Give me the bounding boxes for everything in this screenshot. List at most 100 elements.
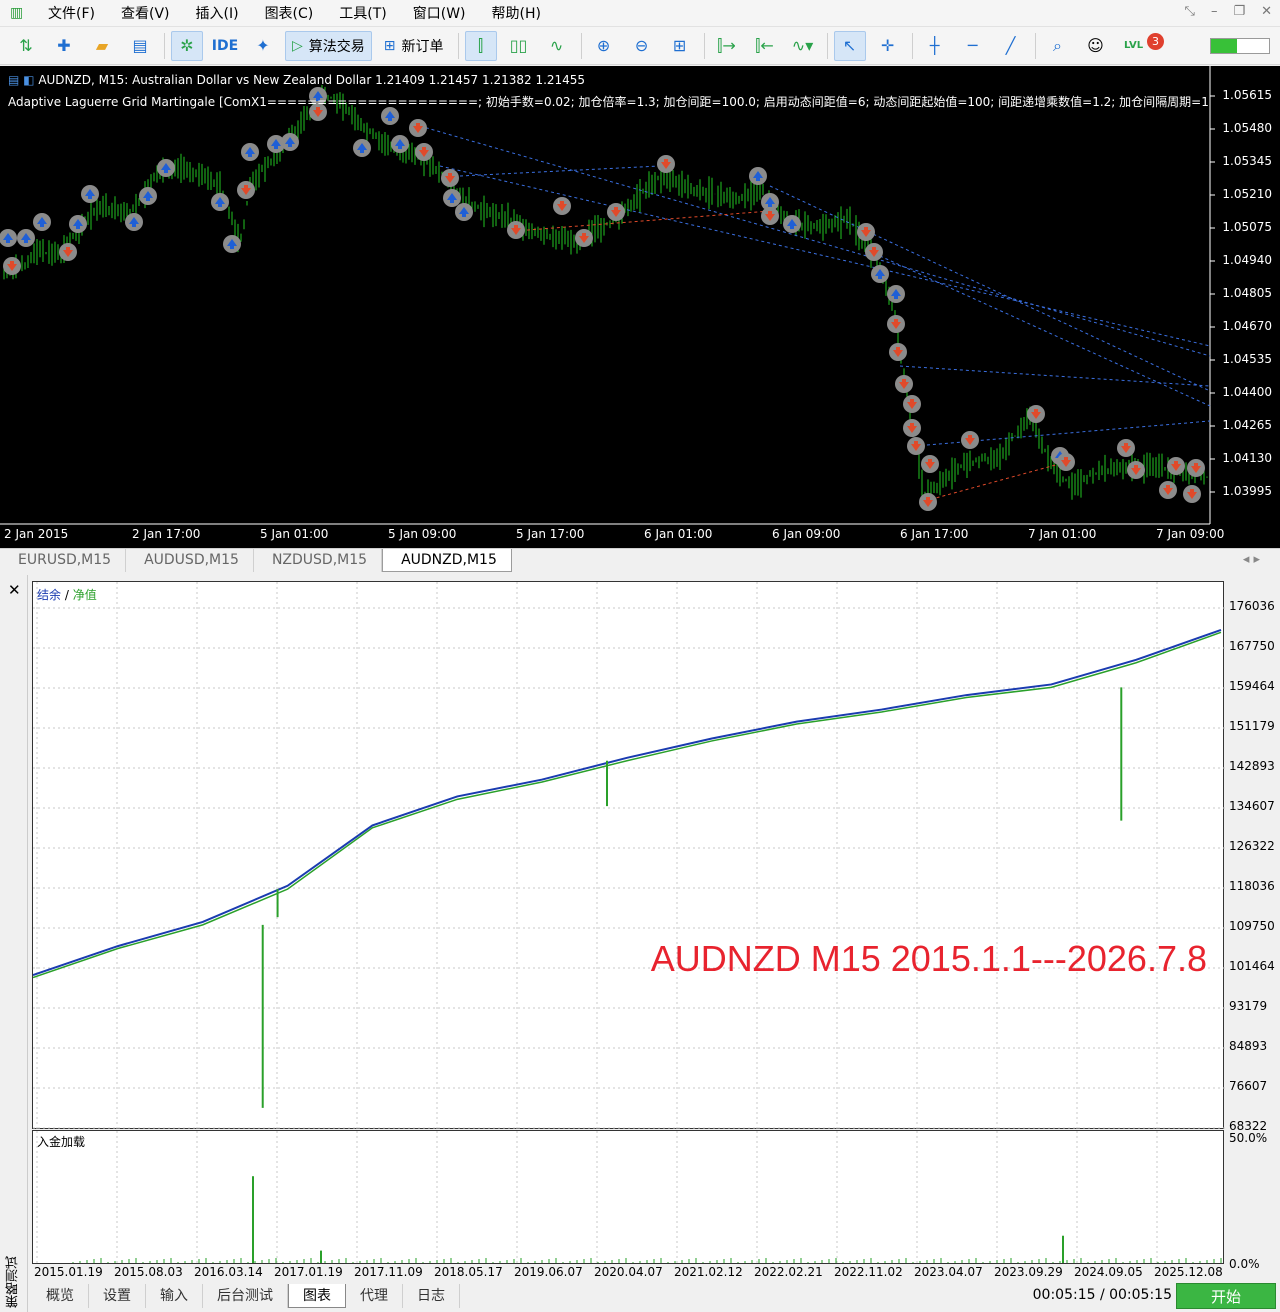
add-symbol-icon[interactable]: ✚ xyxy=(48,31,80,61)
tab-backtest[interactable]: 后台测试 xyxy=(203,1283,288,1308)
trade-link-line xyxy=(459,165,661,177)
time-tick: 6 Jan 17:00 xyxy=(900,527,969,541)
tab-scroll-icon[interactable]: ◂ ▸ xyxy=(1243,552,1260,567)
profiles-icon[interactable]: ▤ xyxy=(124,31,156,61)
time-tick: 6 Jan 09:00 xyxy=(772,527,841,541)
price-tick: 1.05345 xyxy=(1222,154,1272,168)
x-tick-label: 2023.04.07 xyxy=(914,1265,983,1279)
y-tick-label: 159464 xyxy=(1229,679,1275,693)
menu-window[interactable]: 窗口(W) xyxy=(401,3,480,23)
pin-icon[interactable]: ⤡ xyxy=(1185,4,1195,19)
account-icon[interactable]: ☺ xyxy=(1080,31,1112,61)
x-tick-label: 2025.12.08 xyxy=(1154,1265,1223,1279)
play-icon: ▷ xyxy=(292,37,303,54)
tab-inputs[interactable]: 输入 xyxy=(146,1283,203,1308)
tab-nzdusd[interactable]: NZDUSD,M15 xyxy=(254,549,383,572)
y-tick-label: 142893 xyxy=(1229,759,1275,773)
minimize-icon[interactable]: – xyxy=(1211,4,1218,19)
close-icon[interactable]: ✕ xyxy=(1261,4,1272,19)
market-icon[interactable]: ✲ xyxy=(171,30,203,61)
price-tick: 1.04265 xyxy=(1222,418,1272,432)
bar-chart-icon[interactable]: ⫿ xyxy=(464,30,497,61)
menu-charts[interactable]: 图表(C) xyxy=(253,3,328,23)
y-tick-label: 101464 xyxy=(1229,959,1275,973)
notification-badge: 3 xyxy=(1147,33,1164,50)
x-tick-label: 2015.01.19 xyxy=(34,1265,103,1279)
balance-equity-graph[interactable]: 结余 / 净值 AUDNZD M15 2015.1.1---2026.7.8 xyxy=(32,581,1225,1130)
ide-button[interactable]: IDE xyxy=(209,31,241,61)
autoscroll-icon[interactable]: ⫿← xyxy=(749,31,781,61)
zoom-out-icon[interactable]: ⊖ xyxy=(626,31,658,61)
legend-equity: 净值 xyxy=(72,588,97,602)
price-chart-canvas[interactable] xyxy=(0,66,1280,548)
candlestick-icon[interactable]: ▯▯ xyxy=(503,31,535,61)
x-tick-label: 2020.04.07 xyxy=(594,1265,663,1279)
price-tick: 1.05210 xyxy=(1222,187,1272,201)
trade-link-line xyxy=(514,210,771,232)
deposit-load-graph: 入金加载 xyxy=(32,1130,1224,1265)
tab-eurusd[interactable]: EURUSD,M15 xyxy=(0,549,127,572)
tab-overview[interactable]: 概览 xyxy=(32,1283,89,1308)
chart-shift-icon[interactable]: ⫿→ xyxy=(711,31,743,61)
cursor-icon[interactable]: ↖ xyxy=(833,30,866,61)
restore-icon[interactable]: ❐ xyxy=(1233,4,1245,19)
close-icon[interactable]: ✕ xyxy=(8,581,21,599)
time-tick: 6 Jan 01:00 xyxy=(644,527,713,541)
y-tick-label: 84893 xyxy=(1229,1039,1268,1053)
menu-help[interactable]: 帮助(H) xyxy=(480,3,555,23)
app-logo-icon: ▥ xyxy=(10,5,24,21)
ai-assistant-icon[interactable]: ✦ xyxy=(247,31,279,61)
level-meter-fill xyxy=(1211,39,1238,53)
menu-tools[interactable]: 工具(T) xyxy=(327,3,400,23)
menu-file[interactable]: 文件(F) xyxy=(36,3,109,23)
line-chart-icon[interactable]: ∿ xyxy=(541,31,573,61)
y-tick-label: 167750 xyxy=(1229,639,1275,653)
y-tick-label: 151179 xyxy=(1229,719,1275,733)
tile-windows-icon[interactable]: ⊞ xyxy=(664,31,696,61)
open-folder-icon[interactable]: ▰ xyxy=(86,31,118,61)
zoom-in-icon[interactable]: ⊕ xyxy=(588,31,620,61)
horizontal-line-icon[interactable]: ─ xyxy=(957,31,989,61)
trade-link-line xyxy=(914,420,1211,447)
x-tick-label: 2022.11.02 xyxy=(834,1265,903,1279)
deposit-load-label: 入金加载 xyxy=(37,1135,86,1149)
y-tick-label: 134607 xyxy=(1229,799,1275,813)
time-tick: 7 Jan 09:00 xyxy=(1156,527,1225,541)
y-tick-label: 118036 xyxy=(1229,879,1275,893)
new-order-button[interactable]: ⊞ 新订单 xyxy=(378,31,450,61)
tab-journal[interactable]: 日志 xyxy=(403,1283,460,1308)
tab-graph[interactable]: 图表 xyxy=(288,1283,346,1308)
trade-link-line xyxy=(924,460,1071,502)
algo-trading-button[interactable]: ▷ 算法交易 xyxy=(285,30,372,61)
trade-link-line xyxy=(419,125,1211,357)
tab-audnzd[interactable]: AUDNZD,M15 xyxy=(382,549,512,572)
time-tick: 7 Jan 01:00 xyxy=(1028,527,1097,541)
menu-view[interactable]: 查看(V) xyxy=(109,3,184,23)
tab-agents[interactable]: 代理 xyxy=(346,1283,403,1308)
price-tick: 1.05615 xyxy=(1222,88,1272,102)
lvl-icon[interactable]: LVL xyxy=(1118,31,1150,61)
legend-balance: 结余 xyxy=(37,588,62,602)
price-tick: 1.04670 xyxy=(1222,319,1272,333)
menu-insert[interactable]: 插入(I) xyxy=(184,3,253,23)
level-meter xyxy=(1210,38,1270,54)
load-max-label: 50.0% xyxy=(1229,1131,1268,1145)
menu-bar: ▥ 文件(F) 查看(V) 插入(I) 图表(C) 工具(T) 窗口(W) 帮助… xyxy=(0,0,1280,27)
tester-tabs: 概览 设置 输入 后台测试 图表 代理 日志 00:05:15 / 00:05:… xyxy=(32,1283,1280,1309)
chart-window-icon: ▤ ◧ xyxy=(8,73,39,87)
elapsed-timer: 00:05:15 / 00:05:15 xyxy=(1032,1287,1172,1303)
x-tick-label: 2018.05.17 xyxy=(434,1265,503,1279)
price-chart[interactable]: ▤ ◧ AUDNZD, M15: Australian Dollar vs Ne… xyxy=(0,66,1280,548)
tab-settings[interactable]: 设置 xyxy=(89,1283,146,1308)
search-icon[interactable]: ⌕ xyxy=(1042,31,1074,61)
crosshair-icon[interactable]: ✛ xyxy=(872,31,904,61)
trendline-icon[interactable]: ╱ xyxy=(995,31,1027,61)
new-chart-icon[interactable]: ⇅ xyxy=(10,31,42,61)
start-button[interactable]: 开始 xyxy=(1176,1283,1276,1309)
trade-link-line xyxy=(769,185,1211,392)
price-tick: 1.04940 xyxy=(1222,253,1272,267)
time-tick: 5 Jan 17:00 xyxy=(516,527,585,541)
vertical-line-icon[interactable]: ┼ xyxy=(919,31,951,61)
tab-audusd[interactable]: AUDUSD,M15 xyxy=(126,549,254,572)
indicators-icon[interactable]: ∿▾ xyxy=(787,31,819,61)
